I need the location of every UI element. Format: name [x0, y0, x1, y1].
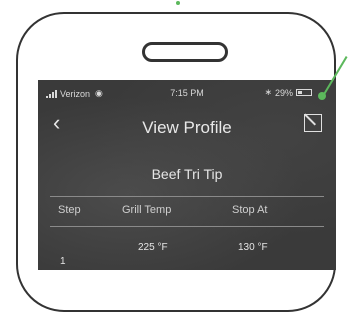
- column-header-step: Step: [58, 204, 81, 216]
- callout-dot: [318, 92, 326, 100]
- phone-speaker: [142, 42, 228, 62]
- status-bar: Verizon ◉ 7:15 PM ∗ 29%: [38, 80, 336, 104]
- column-header-stop-at: Stop At: [232, 204, 268, 216]
- row-step: 1: [60, 256, 66, 267]
- edit-icon[interactable]: [304, 114, 322, 132]
- battery-label: 29%: [274, 87, 293, 98]
- profile-name: Beef Tri Tip: [151, 166, 223, 182]
- battery-info: ∗ 29%: [264, 87, 312, 98]
- bluetooth-icon: ∗: [264, 87, 272, 97]
- nav-bar: ‹ View Profile: [38, 104, 336, 140]
- row-stop-at: 130 °F: [238, 242, 268, 253]
- app-screen: Verizon ◉ 7:15 PM ∗ 29% ‹ View Profile B…: [38, 80, 336, 270]
- header-divider-bottom: [50, 226, 324, 227]
- indicator-dot: [176, 1, 180, 5]
- column-header-grill-temp: Grill Temp: [122, 204, 172, 216]
- page-title: View Profile: [142, 118, 232, 137]
- row-grill-temp: 225 °F: [138, 242, 168, 253]
- battery-icon: [296, 89, 312, 96]
- header-divider-top: [50, 196, 324, 197]
